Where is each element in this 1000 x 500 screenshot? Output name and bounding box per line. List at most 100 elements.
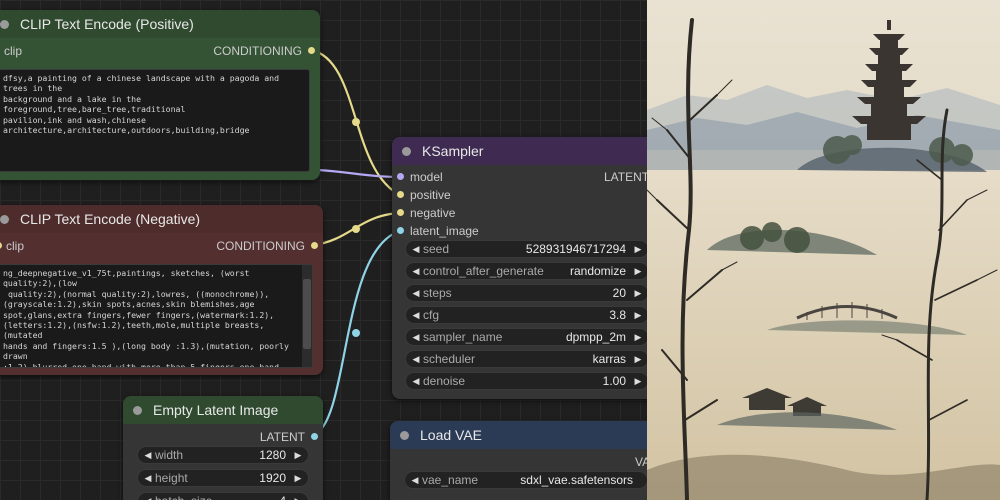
latent-output-slot[interactable]	[311, 433, 318, 440]
textarea-scrollbar[interactable]	[302, 265, 312, 367]
node-title: Load VAE	[420, 427, 483, 443]
conditioning-output-label: CONDITIONING	[213, 44, 302, 58]
widget-label: cfg	[423, 308, 440, 322]
wire-midpoint-dot	[352, 118, 360, 126]
node-header[interactable]: Load VAE	[390, 421, 647, 449]
widget-value: 1920	[259, 471, 286, 485]
generated-image-preview	[647, 0, 1000, 500]
decrement-arrow-icon[interactable]: ◀	[409, 241, 423, 257]
widget-value: 20	[612, 286, 626, 300]
clip-text-encode-negative-node[interactable]: CLIP Text Encode (Negative) clip CONDITI…	[0, 205, 323, 375]
increment-arrow-icon[interactable]: ▶	[631, 351, 645, 367]
increment-arrow-icon[interactable]: ▶	[291, 493, 305, 500]
ksampler-node[interactable]: KSampler model LATENT positive negative …	[392, 137, 647, 399]
decrement-arrow-icon[interactable]: ◀	[141, 493, 155, 500]
wire-positive-conditioning	[310, 48, 401, 196]
widget-value: 3.8	[609, 308, 626, 322]
widget-value: 4	[279, 493, 286, 500]
load-vae-node[interactable]: Load VAE VAE ◀ vae_name sdxl_vae.safeten…	[390, 421, 647, 500]
widget-label: control_after_generate	[423, 264, 544, 278]
control-after-generate-widget[interactable]: ◀ control_after_generate randomize ▶	[405, 262, 647, 280]
decrement-arrow-icon[interactable]: ◀	[409, 351, 423, 367]
collapse-dot-icon[interactable]	[133, 405, 142, 415]
collapse-dot-icon[interactable]	[400, 430, 409, 440]
widget-value: dpmpp_2m	[565, 330, 626, 344]
increment-arrow-icon[interactable]: ▶	[631, 307, 645, 323]
wire-midpoint-dot	[352, 329, 360, 337]
negative-prompt-textarea[interactable]: ng_deepnegative_v1_75t,paintings, sketch…	[0, 264, 313, 368]
model-input-slot[interactable]	[397, 173, 404, 180]
seed-widget[interactable]: ◀ seed 528931946717294 ▶	[405, 240, 647, 258]
widget-value: randomize	[569, 264, 626, 278]
widget-value: sdxl_vae.safetensors	[520, 473, 633, 487]
decrement-arrow-icon[interactable]: ◀	[408, 472, 422, 488]
widget-label: sampler_name	[423, 330, 503, 344]
conditioning-output-slot[interactable]	[308, 47, 315, 54]
empty-latent-image-node[interactable]: Empty Latent Image LATENT ◀ width 1280 ▶…	[123, 396, 323, 500]
widget-value: karras	[592, 352, 626, 366]
node-title: Empty Latent Image	[153, 402, 279, 418]
cfg-widget[interactable]: ◀ cfg 3.8 ▶	[405, 306, 647, 324]
decrement-arrow-icon[interactable]: ◀	[141, 470, 155, 486]
steps-widget[interactable]: ◀ steps 20 ▶	[405, 284, 647, 302]
negative-input-slot[interactable]	[397, 209, 404, 216]
increment-arrow-icon[interactable]: ▶	[291, 447, 305, 463]
latent-image-input-slot[interactable]	[397, 227, 404, 234]
increment-arrow-icon[interactable]: ▶	[631, 329, 645, 345]
clip-text-encode-positive-node[interactable]: CLIP Text Encode (Positive) clip CONDITI…	[0, 10, 320, 180]
wire-negative-conditioning	[313, 211, 401, 247]
widget-label: width	[155, 448, 184, 462]
clip-input-label: clip	[4, 44, 23, 58]
widget-label: denoise	[423, 374, 466, 388]
collapse-dot-icon[interactable]	[402, 146, 411, 156]
collapse-dot-icon[interactable]	[0, 19, 9, 29]
scrollbar-thumb[interactable]	[303, 279, 311, 349]
widget-label: scheduler	[423, 352, 476, 366]
collapse-dot-icon[interactable]	[0, 214, 9, 224]
node-header[interactable]: KSampler	[392, 137, 647, 165]
wire-model	[317, 168, 401, 179]
prompt-textarea[interactable]: dfsy,a painting of a chinese landscape w…	[0, 69, 310, 172]
node-graph-canvas[interactable]: CLIP Text Encode (Positive) clip CONDITI…	[0, 0, 647, 500]
node-header[interactable]: CLIP Text Encode (Positive)	[0, 10, 320, 38]
decrement-arrow-icon[interactable]: ◀	[409, 263, 423, 279]
node-title: KSampler	[422, 143, 484, 159]
latent-output-label: LATENT	[604, 170, 647, 184]
decrement-arrow-icon[interactable]: ◀	[409, 285, 423, 301]
vae-name-widget[interactable]: ◀ vae_name sdxl_vae.safetensors	[404, 471, 647, 489]
latent-output-label: LATENT	[259, 430, 305, 444]
widget-value: 1280	[259, 448, 286, 462]
positive-input-label: positive	[410, 188, 451, 202]
node-header[interactable]: CLIP Text Encode (Negative)	[0, 205, 323, 233]
widget-label: vae_name	[422, 473, 479, 487]
widget-label: height	[155, 471, 188, 485]
decrement-arrow-icon[interactable]: ◀	[409, 307, 423, 323]
positive-input-slot[interactable]	[397, 191, 404, 198]
widget-label: batch_size	[155, 493, 212, 500]
negative-input-label: negative	[410, 206, 456, 220]
denoise-widget[interactable]: ◀ denoise 1.00 ▶	[405, 372, 647, 390]
model-input-label: model	[410, 170, 443, 184]
widget-value: 1.00	[602, 374, 626, 388]
vae-output-label: VAE	[635, 455, 647, 469]
clip-input-slot[interactable]	[0, 242, 2, 249]
width-widget[interactable]: ◀ width 1280 ▶	[137, 446, 309, 464]
conditioning-output-label: CONDITIONING	[216, 239, 305, 253]
node-title: CLIP Text Encode (Positive)	[20, 16, 194, 32]
increment-arrow-icon[interactable]: ▶	[631, 241, 645, 257]
decrement-arrow-icon[interactable]: ◀	[409, 329, 423, 345]
batch-size-widget[interactable]: ◀ batch_size 4 ▶	[137, 492, 309, 500]
increment-arrow-icon[interactable]: ▶	[631, 285, 645, 301]
sampler-name-widget[interactable]: ◀ sampler_name dpmpp_2m ▶	[405, 328, 647, 346]
node-title: CLIP Text Encode (Negative)	[20, 211, 201, 227]
increment-arrow-icon[interactable]: ▶	[631, 263, 645, 279]
increment-arrow-icon[interactable]: ▶	[631, 373, 645, 389]
increment-arrow-icon[interactable]: ▶	[291, 470, 305, 486]
clip-input-label: clip	[6, 239, 25, 253]
scheduler-widget[interactable]: ◀ scheduler karras ▶	[405, 350, 647, 368]
node-header[interactable]: Empty Latent Image	[123, 396, 323, 424]
decrement-arrow-icon[interactable]: ◀	[409, 373, 423, 389]
height-widget[interactable]: ◀ height 1920 ▶	[137, 469, 309, 487]
decrement-arrow-icon[interactable]: ◀	[141, 447, 155, 463]
conditioning-output-slot[interactable]	[311, 242, 318, 249]
